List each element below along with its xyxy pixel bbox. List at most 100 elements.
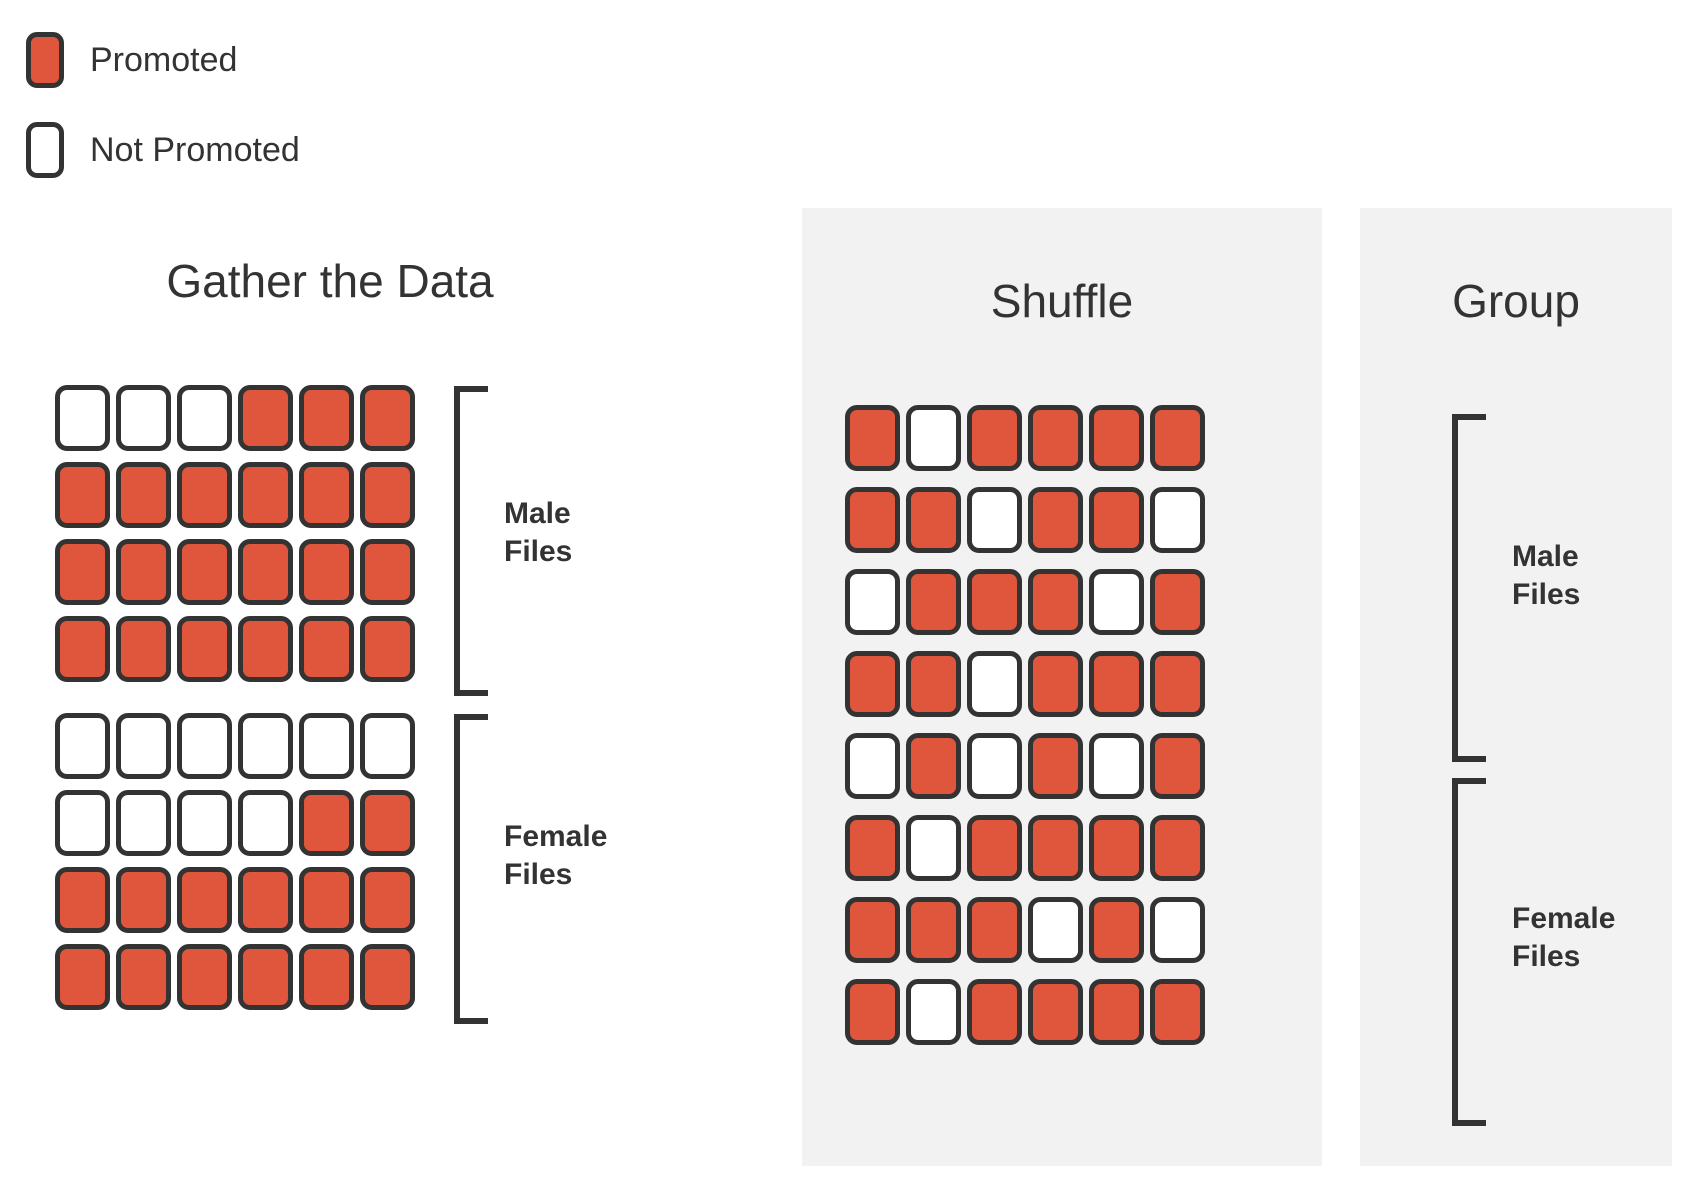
gather-male-cell bbox=[116, 462, 171, 528]
gather-female-cell bbox=[238, 867, 293, 933]
shuffle-cell bbox=[906, 569, 961, 635]
gather-male-cell bbox=[116, 616, 171, 682]
panel-title-gather: Gather the Data bbox=[166, 255, 494, 307]
bracket-label-gather-female: Female Files bbox=[504, 820, 608, 892]
shuffle-cell bbox=[1028, 569, 1083, 635]
gather-female-cell bbox=[177, 944, 232, 1010]
shuffle-cell bbox=[845, 815, 900, 881]
gather-female-cell bbox=[299, 713, 354, 779]
gather-female-cell bbox=[116, 790, 171, 856]
gather-male-cell bbox=[299, 385, 354, 451]
legend: Promoted Not Promoted bbox=[26, 28, 300, 182]
shuffle-cell bbox=[1028, 405, 1083, 471]
shuffle-cell bbox=[1150, 815, 1205, 881]
gather-male-cell bbox=[360, 462, 415, 528]
panel-title-group: Group bbox=[1452, 275, 1580, 327]
gather-male-cell bbox=[360, 385, 415, 451]
shuffle-cell bbox=[1089, 487, 1144, 553]
gather-male-cell bbox=[177, 539, 232, 605]
gather-male-cell bbox=[238, 616, 293, 682]
shuffle-cell bbox=[967, 815, 1022, 881]
shuffle-cell bbox=[967, 405, 1022, 471]
gather-female-cell bbox=[55, 867, 110, 933]
shuffle-cell bbox=[967, 733, 1022, 799]
shuffle-cell bbox=[845, 651, 900, 717]
gather-female-cell bbox=[116, 944, 171, 1010]
shuffle-cell bbox=[967, 897, 1022, 963]
shuffle-cell bbox=[906, 979, 961, 1045]
shuffle-cell bbox=[1028, 733, 1083, 799]
bracket-label-gather-male: Male Files bbox=[504, 497, 573, 569]
shuffle-cell bbox=[845, 733, 900, 799]
shuffle-cell bbox=[1028, 651, 1083, 717]
bracket-gather-female bbox=[454, 714, 488, 1024]
shuffle-cell bbox=[1150, 733, 1205, 799]
gather-male-cell bbox=[55, 385, 110, 451]
gather-female-cell bbox=[177, 867, 232, 933]
shuffle-cell bbox=[906, 815, 961, 881]
shuffle-cell bbox=[845, 897, 900, 963]
shuffle-cell bbox=[1089, 651, 1144, 717]
gather-male-cell bbox=[238, 385, 293, 451]
filled-card-icon bbox=[26, 32, 64, 88]
gather-male-cell bbox=[360, 616, 415, 682]
gather-female-cell bbox=[55, 790, 110, 856]
gather-female-cell bbox=[360, 790, 415, 856]
bracket-label-group-female: Female Files bbox=[1512, 902, 1616, 974]
shuffle-cell bbox=[1089, 979, 1144, 1045]
shuffle-cell bbox=[906, 651, 961, 717]
gather-female-cell bbox=[360, 867, 415, 933]
shuffle-cell bbox=[845, 979, 900, 1045]
gather-male-cell bbox=[177, 616, 232, 682]
shuffle-cell bbox=[1150, 979, 1205, 1045]
gather-male-cell bbox=[177, 462, 232, 528]
shuffle-cell bbox=[1028, 979, 1083, 1045]
shuffle-cell bbox=[1028, 897, 1083, 963]
gather-female-cell bbox=[299, 790, 354, 856]
shuffle-cell bbox=[845, 487, 900, 553]
gather-male-cell bbox=[360, 539, 415, 605]
shuffle-cell bbox=[967, 569, 1022, 635]
shuffle-cell bbox=[1028, 487, 1083, 553]
shuffle-cell bbox=[845, 405, 900, 471]
gather-male-cell bbox=[238, 539, 293, 605]
shuffle-cell bbox=[1089, 897, 1144, 963]
gather-female-cell bbox=[116, 867, 171, 933]
empty-card-icon bbox=[26, 122, 64, 178]
panel-title-shuffle: Shuffle bbox=[990, 275, 1134, 327]
shuffle-cell bbox=[845, 569, 900, 635]
gather-female-cell bbox=[116, 713, 171, 779]
shuffle-cell bbox=[967, 487, 1022, 553]
panel-background-group bbox=[1360, 208, 1672, 1166]
gather-female-cell bbox=[360, 713, 415, 779]
shuffle-cell bbox=[967, 979, 1022, 1045]
grid-shuffle bbox=[845, 405, 1211, 1061]
gather-female-cell bbox=[238, 790, 293, 856]
shuffle-cell bbox=[1028, 815, 1083, 881]
gather-male-cell bbox=[116, 539, 171, 605]
shuffle-cell bbox=[1089, 815, 1144, 881]
gather-female-cell bbox=[55, 944, 110, 1010]
gather-female-cell bbox=[238, 944, 293, 1010]
shuffle-cell bbox=[1150, 897, 1205, 963]
shuffle-cell bbox=[1150, 651, 1205, 717]
gather-female-cell bbox=[299, 944, 354, 1010]
legend-item-promoted: Promoted bbox=[26, 28, 300, 92]
shuffle-cell bbox=[1150, 569, 1205, 635]
shuffle-cell bbox=[1089, 733, 1144, 799]
gather-female-cell bbox=[177, 790, 232, 856]
shuffle-cell bbox=[1089, 569, 1144, 635]
gather-female-cell bbox=[55, 713, 110, 779]
gather-male-cell bbox=[55, 616, 110, 682]
shuffle-cell bbox=[906, 487, 961, 553]
gather-male-cell bbox=[55, 462, 110, 528]
shuffle-cell bbox=[1150, 405, 1205, 471]
gather-male-cell bbox=[177, 385, 232, 451]
gather-female-cell bbox=[177, 713, 232, 779]
bracket-group-male bbox=[1452, 414, 1486, 762]
gather-male-cell bbox=[299, 616, 354, 682]
shuffle-cell bbox=[1150, 487, 1205, 553]
bracket-label-group-male: Male Files bbox=[1512, 540, 1581, 612]
gather-male-cell bbox=[299, 539, 354, 605]
grid-gather-female bbox=[55, 713, 421, 1021]
